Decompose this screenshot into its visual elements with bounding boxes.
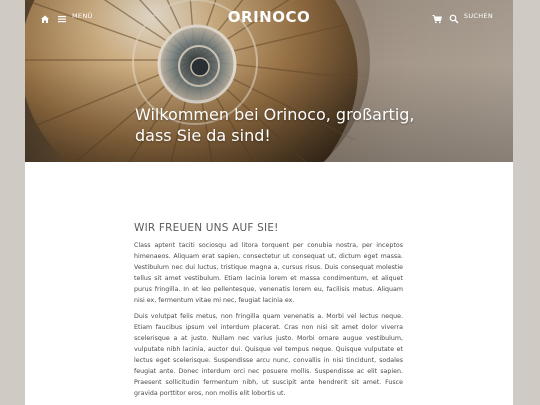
- body-paragraph: Class aptent taciti sociosqu ad litora t…: [134, 242, 403, 304]
- nav-right-group: SUCHEN: [432, 11, 493, 24]
- hero-title: Wilkommen bei Orinoco, großartig, dass S…: [135, 105, 415, 145]
- cart-icon[interactable]: [432, 11, 442, 24]
- search-button[interactable]: SUCHEN: [464, 12, 493, 20]
- page: MENÜ ORINOCO SUCHEN Wilkommen bei Orinoc…: [25, 0, 513, 405]
- section-heading: WIR FREUEN UNS AUF SIE!: [134, 222, 279, 234]
- search-icon[interactable]: [449, 11, 459, 24]
- main-content: WIR FREUEN UNS AUF SIE! Class aptent tac…: [134, 222, 403, 405]
- hero-banner: MENÜ ORINOCO SUCHEN Wilkommen bei Orinoc…: [25, 0, 513, 162]
- body-paragraph: Duis volutpat felis metus, non fringilla…: [134, 313, 403, 397]
- top-navigation: MENÜ ORINOCO SUCHEN: [25, 0, 513, 34]
